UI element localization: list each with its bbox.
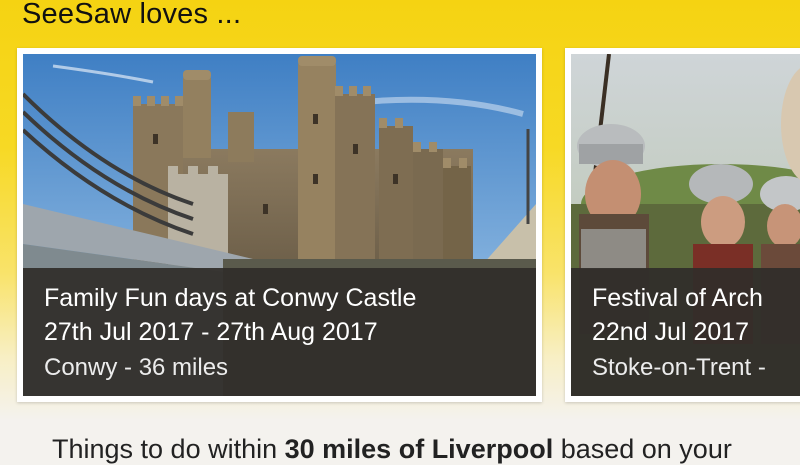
event-card-conwy[interactable]: Family Fun days at Conwy Castle 27th Jul…: [17, 48, 542, 402]
event-card-festival[interactable]: Festival of Arch 22nd Jul 2017 Stoke-on-…: [565, 48, 800, 402]
event-location: Conwy - 36 miles: [44, 354, 229, 381]
event-location: Stoke-on-Trent -: [592, 354, 766, 381]
intro-suffix: based on your: [553, 434, 732, 464]
section-title: SeeSaw loves ...: [22, 0, 242, 30]
card-caption: Festival of Arch 22nd Jul 2017 Stoke-on-…: [571, 268, 800, 396]
reenactors-photo: Festival of Arch 22nd Jul 2017 Stoke-on-…: [571, 54, 800, 396]
event-title: Festival of Arch: [592, 284, 763, 312]
intro-distance: 30 miles of Liverpool: [284, 434, 554, 464]
castle-photo: Family Fun days at Conwy Castle 27th Jul…: [23, 54, 536, 396]
card-caption: Family Fun days at Conwy Castle 27th Jul…: [23, 268, 536, 396]
event-title: Family Fun days at Conwy Castle: [44, 284, 417, 312]
event-date: 22nd Jul 2017: [592, 318, 750, 346]
intro-prefix: Things to do within: [52, 434, 285, 464]
event-date: 27th Jul 2017 - 27th Aug 2017: [44, 318, 378, 346]
